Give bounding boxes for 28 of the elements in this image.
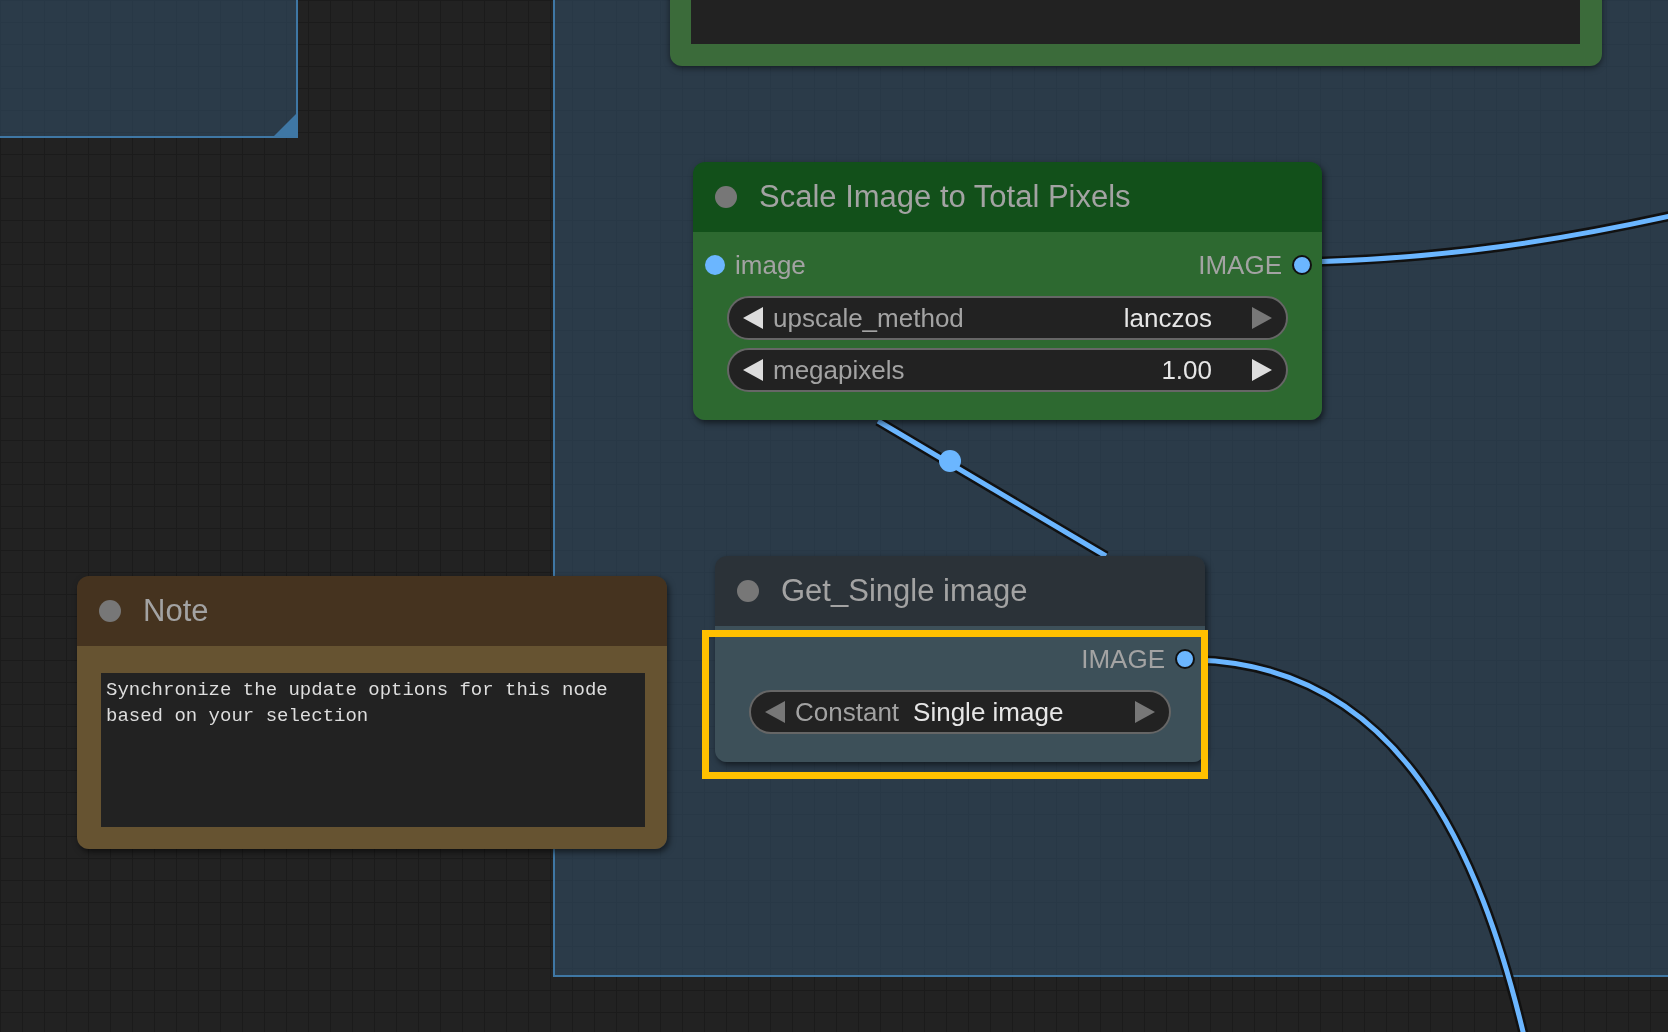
widget-label: upscale_method: [773, 302, 964, 334]
node-header[interactable]: Get_Single image: [715, 556, 1205, 626]
node-header[interactable]: Note: [77, 576, 667, 646]
widget-value: 1.00: [1161, 354, 1212, 386]
node-title: Scale Image to Total Pixels: [759, 179, 1131, 215]
node-title: Note: [143, 593, 209, 629]
node-header[interactable]: Scale Image to Total Pixels: [693, 162, 1322, 232]
widget-value: Single image: [913, 696, 1064, 728]
graph-node[interactable]: [670, 0, 1602, 66]
output-slot[interactable]: [1175, 649, 1195, 669]
output-label: IMAGE: [1198, 249, 1282, 281]
output-label: IMAGE: [1081, 643, 1165, 675]
collapse-dot-icon[interactable]: [737, 580, 759, 602]
input-label: image: [735, 249, 806, 281]
widget-label: Constant: [795, 696, 900, 728]
left-arrow-icon[interactable]: [741, 305, 765, 331]
combo-widget[interactable]: megapixels 1.00: [727, 348, 1288, 392]
combo-widget[interactable]: upscale_method lanczos: [727, 296, 1288, 340]
right-arrow-icon[interactable]: [1250, 357, 1274, 383]
left-arrow-icon[interactable]: [741, 357, 765, 383]
output-slot[interactable]: [1292, 255, 1312, 275]
input-slot[interactable]: [705, 255, 725, 275]
node-title: Get_Single image: [781, 573, 1028, 609]
collapse-dot-icon[interactable]: [99, 600, 121, 622]
note-textarea[interactable]: Synchronize the update options for this node based on your selection: [101, 673, 645, 827]
collapse-dot-icon[interactable]: [715, 186, 737, 208]
widget-value: lanczos: [1123, 302, 1212, 334]
widget-label: megapixels: [773, 354, 905, 386]
